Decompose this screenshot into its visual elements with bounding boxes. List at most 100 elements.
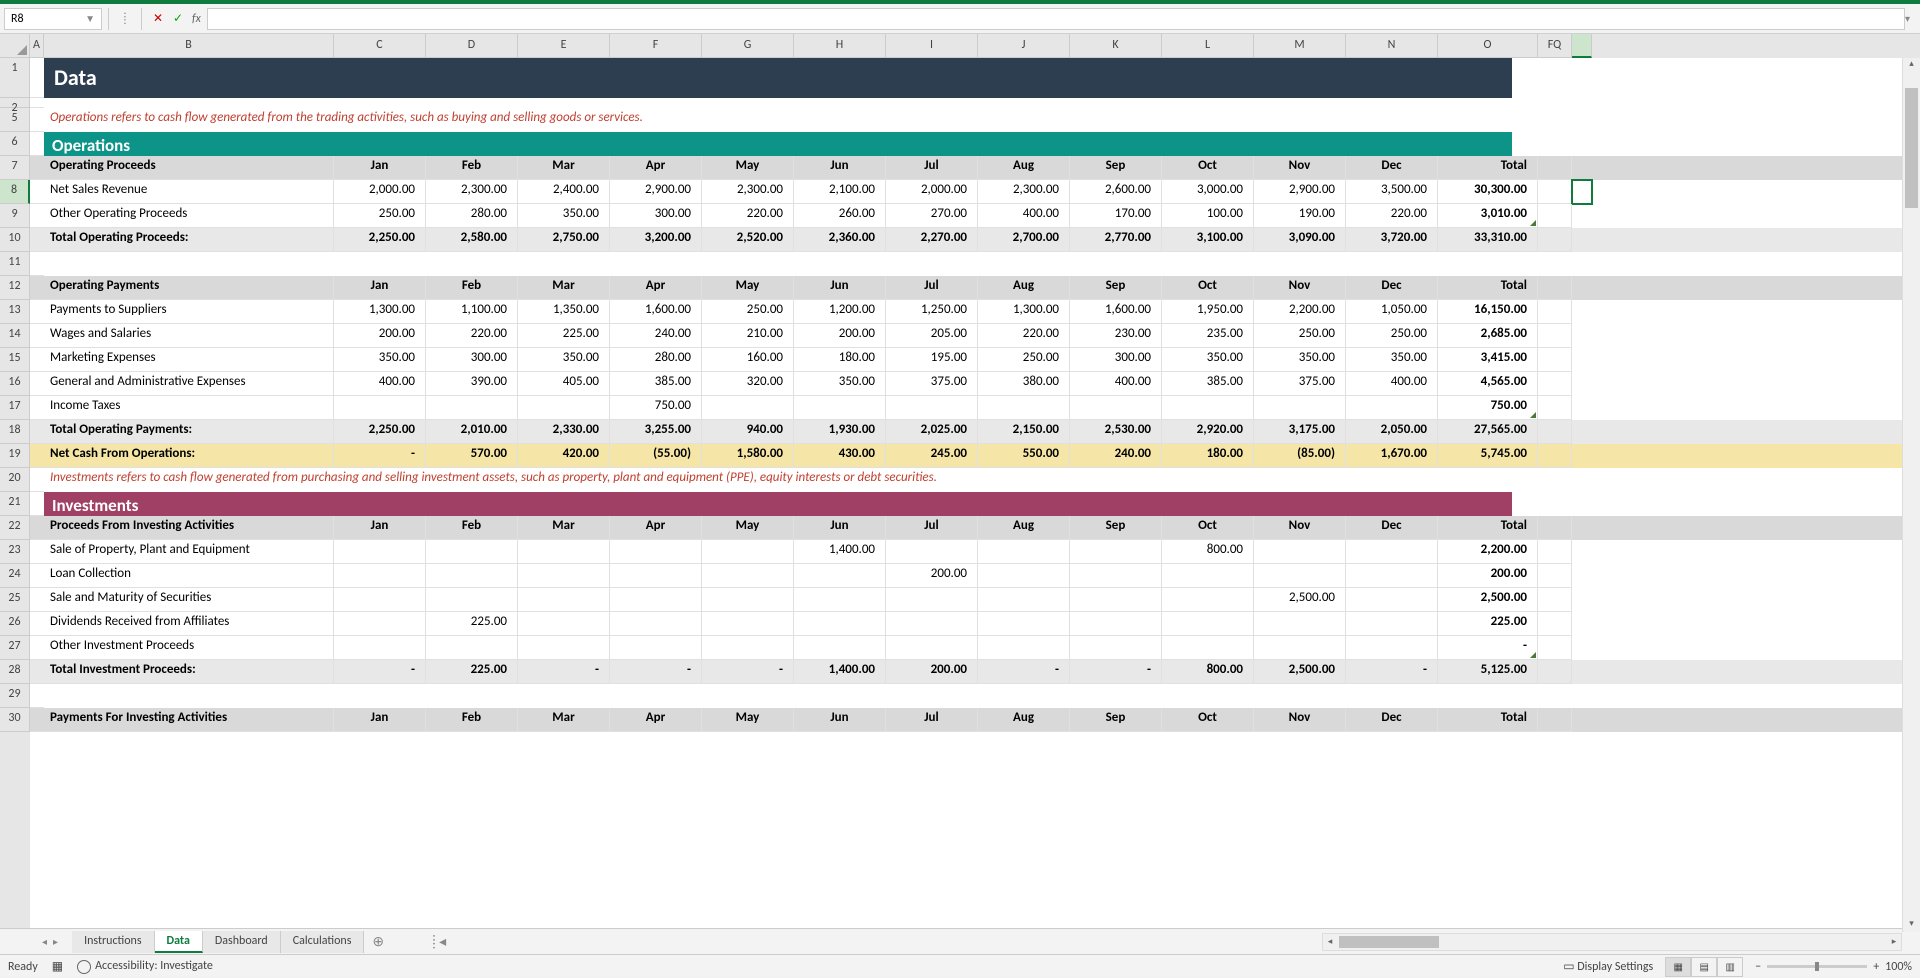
data-cell[interactable]: 350.00 [1162,348,1254,372]
data-cell[interactable]: 300.00 [610,204,702,228]
data-cell[interactable]: 570.00 [426,444,518,468]
data-cell[interactable]: 2,750.00 [518,228,610,252]
row-label[interactable]: Sale of Property, Plant and Equipment [44,540,334,564]
data-cell[interactable]: 2,250.00 [334,228,426,252]
row-label[interactable]: Other Operating Proceeds [44,204,334,228]
data-cell[interactable]: 1,930.00 [794,420,886,444]
data-cell[interactable]: 2,530.00 [1070,420,1162,444]
data-cell[interactable]: 2,300.00 [426,180,518,204]
data-cell[interactable] [334,588,426,612]
row-header-22[interactable]: 22 [0,516,30,540]
row-header-11[interactable]: 11 [0,252,30,276]
data-cell[interactable]: 200.00 [794,324,886,348]
data-cell[interactable] [1070,612,1162,636]
data-cell[interactable] [978,588,1070,612]
data-cell[interactable] [1070,540,1162,564]
data-cell[interactable]: 385.00 [1162,372,1254,396]
data-cell[interactable]: 2,770.00 [1070,228,1162,252]
data-cell[interactable] [610,612,702,636]
tab-nav-first[interactable]: ◂ [40,933,49,950]
data-cell[interactable]: 2,050.00 [1346,420,1438,444]
data-cell[interactable]: 2,900.00 [610,180,702,204]
row-header-28[interactable]: 28 [0,660,30,684]
sheet-tab-instructions[interactable]: Instructions [72,931,154,953]
data-cell[interactable]: 1,670.00 [1346,444,1438,468]
data-cell[interactable]: 3,415.00 [1438,348,1538,372]
data-cell[interactable]: 3,255.00 [610,420,702,444]
data-cell[interactable]: - [978,660,1070,684]
data-cell[interactable]: 225.00 [1438,612,1538,636]
data-cell[interactable]: 180.00 [1162,444,1254,468]
data-cell[interactable] [334,396,426,420]
cancel-icon[interactable]: ✕ [148,8,168,30]
data-cell[interactable]: 205.00 [886,324,978,348]
data-cell[interactable]: - [1346,660,1438,684]
data-cell[interactable]: 3,175.00 [1254,420,1346,444]
data-cell[interactable]: 350.00 [794,372,886,396]
data-cell[interactable] [1346,564,1438,588]
data-cell[interactable] [794,588,886,612]
data-cell[interactable]: 200.00 [334,324,426,348]
data-cell[interactable]: 400.00 [1346,372,1438,396]
data-cell[interactable]: 350.00 [518,348,610,372]
col-header-I[interactable]: I [886,34,978,58]
data-cell[interactable]: 5,125.00 [1438,660,1538,684]
data-cell[interactable]: 3,090.00 [1254,228,1346,252]
vertical-scrollbar[interactable]: ▴ ▾ [1902,58,1920,932]
data-cell[interactable]: 550.00 [978,444,1070,468]
col-header-H[interactable]: H [794,34,886,58]
col-header-D[interactable]: D [426,34,518,58]
data-cell[interactable] [1070,396,1162,420]
sheet-tab-dashboard[interactable]: Dashboard [203,931,281,953]
data-cell[interactable] [794,396,886,420]
data-cell[interactable]: 2,360.00 [794,228,886,252]
data-cell[interactable]: 2,900.00 [1254,180,1346,204]
data-cell[interactable]: 280.00 [426,204,518,228]
data-cell[interactable] [794,612,886,636]
function-dropdown[interactable]: ⁞ [115,8,135,30]
display-settings[interactable]: ▭ Display Settings [1563,959,1653,974]
col-header-L[interactable]: L [1162,34,1254,58]
data-cell[interactable]: 16,150.00 [1438,300,1538,324]
row-label[interactable]: Total Operating Payments: [44,420,334,444]
data-cell[interactable] [1070,564,1162,588]
data-cell[interactable] [518,396,610,420]
name-box[interactable]: R8▼ [4,8,102,30]
row-label[interactable]: Net Cash From Operations: [44,444,334,468]
row-header-5[interactable]: 5 [0,108,30,132]
data-cell[interactable]: 1,400.00 [794,660,886,684]
row-label[interactable]: Other Investment Proceeds [44,636,334,660]
fx-icon[interactable]: fx [192,12,201,26]
data-cell[interactable] [518,636,610,660]
sheet-tab-data[interactable]: Data [155,931,203,953]
data-cell[interactable] [794,564,886,588]
row-header-20[interactable]: 20 [0,468,30,492]
zoom-in-button[interactable]: + [1873,960,1879,974]
data-cell[interactable]: 300.00 [426,348,518,372]
data-cell[interactable]: 800.00 [1162,660,1254,684]
col-header-A[interactable]: A [30,34,44,58]
active-cell[interactable] [1572,180,1592,204]
data-cell[interactable] [1254,564,1346,588]
data-cell[interactable] [1070,588,1162,612]
data-cell[interactable]: 2,000.00 [334,180,426,204]
data-cell[interactable] [334,612,426,636]
row-header-12[interactable]: 12 [0,276,30,300]
data-cell[interactable] [1162,396,1254,420]
row-header-17[interactable]: 17 [0,396,30,420]
data-cell[interactable] [886,540,978,564]
data-cell[interactable] [702,588,794,612]
data-cell[interactable]: 2,300.00 [978,180,1070,204]
data-cell[interactable] [1162,636,1254,660]
data-cell[interactable]: 2,580.00 [426,228,518,252]
data-cell[interactable]: 3,720.00 [1346,228,1438,252]
data-cell[interactable] [1162,612,1254,636]
data-cell[interactable] [426,540,518,564]
data-cell[interactable]: 240.00 [1070,444,1162,468]
data-cell[interactable]: 225.00 [518,324,610,348]
data-cell[interactable]: 800.00 [1162,540,1254,564]
data-cell[interactable]: 225.00 [426,660,518,684]
data-cell[interactable] [1346,540,1438,564]
row-header-6[interactable]: 6 [0,132,30,156]
select-all-corner[interactable] [0,34,30,58]
